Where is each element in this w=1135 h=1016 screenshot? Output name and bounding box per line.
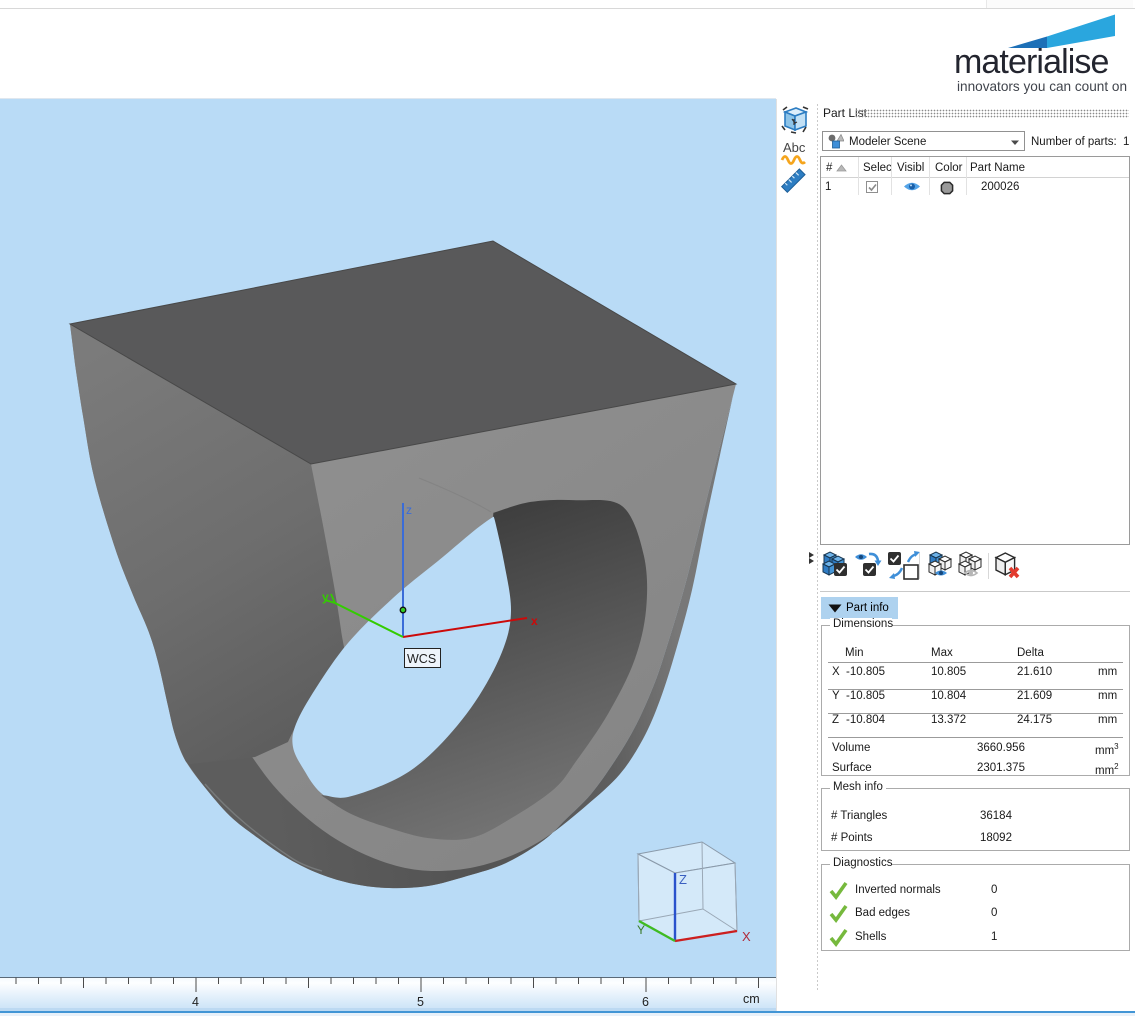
svg-text:6: 6 [642,995,649,1008]
svg-text:5: 5 [417,995,424,1008]
svg-text:innovators you can count on: innovators you can count on [957,79,1127,94]
svg-text:cm: cm [743,992,760,1006]
svg-text:4: 4 [192,995,199,1008]
svg-text:Abc: Abc [783,140,806,155]
svg-text:Y: Y [637,923,645,937]
svg-text:Z: Z [679,872,687,887]
svg-text:materialise: materialise [954,43,1109,81]
svg-text:z: z [406,503,412,517]
svg-text:y: y [322,590,329,604]
svg-text:WCS: WCS [407,652,436,666]
svg-text:x: x [531,614,538,628]
svg-text:X: X [742,929,751,944]
